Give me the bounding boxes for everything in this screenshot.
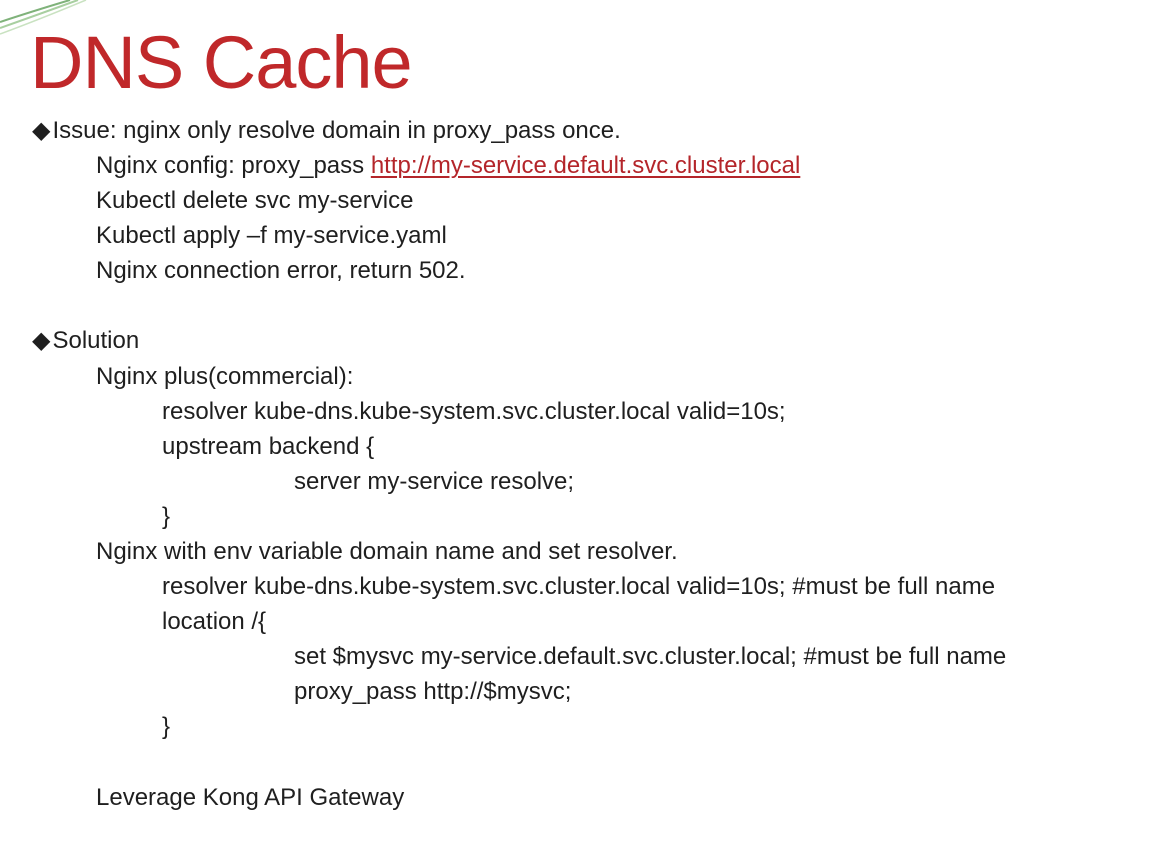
solution-heading-line: ◆Solution bbox=[32, 326, 139, 356]
nginx-plus-upstream: upstream backend { bbox=[162, 433, 375, 460]
env-location: location /{ bbox=[162, 608, 267, 635]
env-set-variable: set $mysvc my-service.default.svc.cluste… bbox=[294, 643, 1007, 670]
slide: DNS Cache ◆Issue: nginx only resolve dom… bbox=[0, 0, 1156, 846]
diamond-bullet-icon: ◆ bbox=[32, 327, 51, 354]
issue-heading-line: ◆Issue: nginx only resolve domain in pro… bbox=[32, 116, 621, 146]
env-close-brace: } bbox=[162, 713, 171, 740]
solution-heading: Solution bbox=[52, 327, 140, 354]
env-resolver: resolver kube-dns.kube-system.svc.cluste… bbox=[162, 573, 996, 600]
issue-step-apply: Kubectl apply –f my-service.yaml bbox=[96, 222, 447, 249]
nginx-plus-heading: Nginx plus(commercial): bbox=[96, 363, 354, 390]
nginx-plus-server: server my-service resolve; bbox=[294, 468, 575, 495]
nginx-config-line: Nginx config: proxy_pass http://my-servi… bbox=[96, 151, 800, 181]
diamond-bullet-icon: ◆ bbox=[32, 117, 51, 144]
kong-gateway-line: Leverage Kong API Gateway bbox=[96, 784, 405, 811]
issue-step-error: Nginx connection error, return 502. bbox=[96, 257, 466, 284]
slide-title: DNS Cache bbox=[30, 21, 413, 104]
issue-step-delete: Kubectl delete svc my-service bbox=[96, 187, 414, 214]
env-variable-heading: Nginx with env variable domain name and … bbox=[96, 538, 678, 565]
nginx-plus-close-brace: } bbox=[162, 503, 171, 530]
issue-heading: Issue: nginx only resolve domain in prox… bbox=[52, 117, 621, 144]
service-url-link[interactable]: http://my-service.default.svc.cluster.lo… bbox=[371, 152, 801, 179]
nginx-plus-resolver: resolver kube-dns.kube-system.svc.cluste… bbox=[162, 398, 786, 425]
nginx-config-prefix: Nginx config: proxy_pass bbox=[96, 152, 371, 179]
env-proxy-pass: proxy_pass http://$mysvc; bbox=[294, 678, 572, 705]
